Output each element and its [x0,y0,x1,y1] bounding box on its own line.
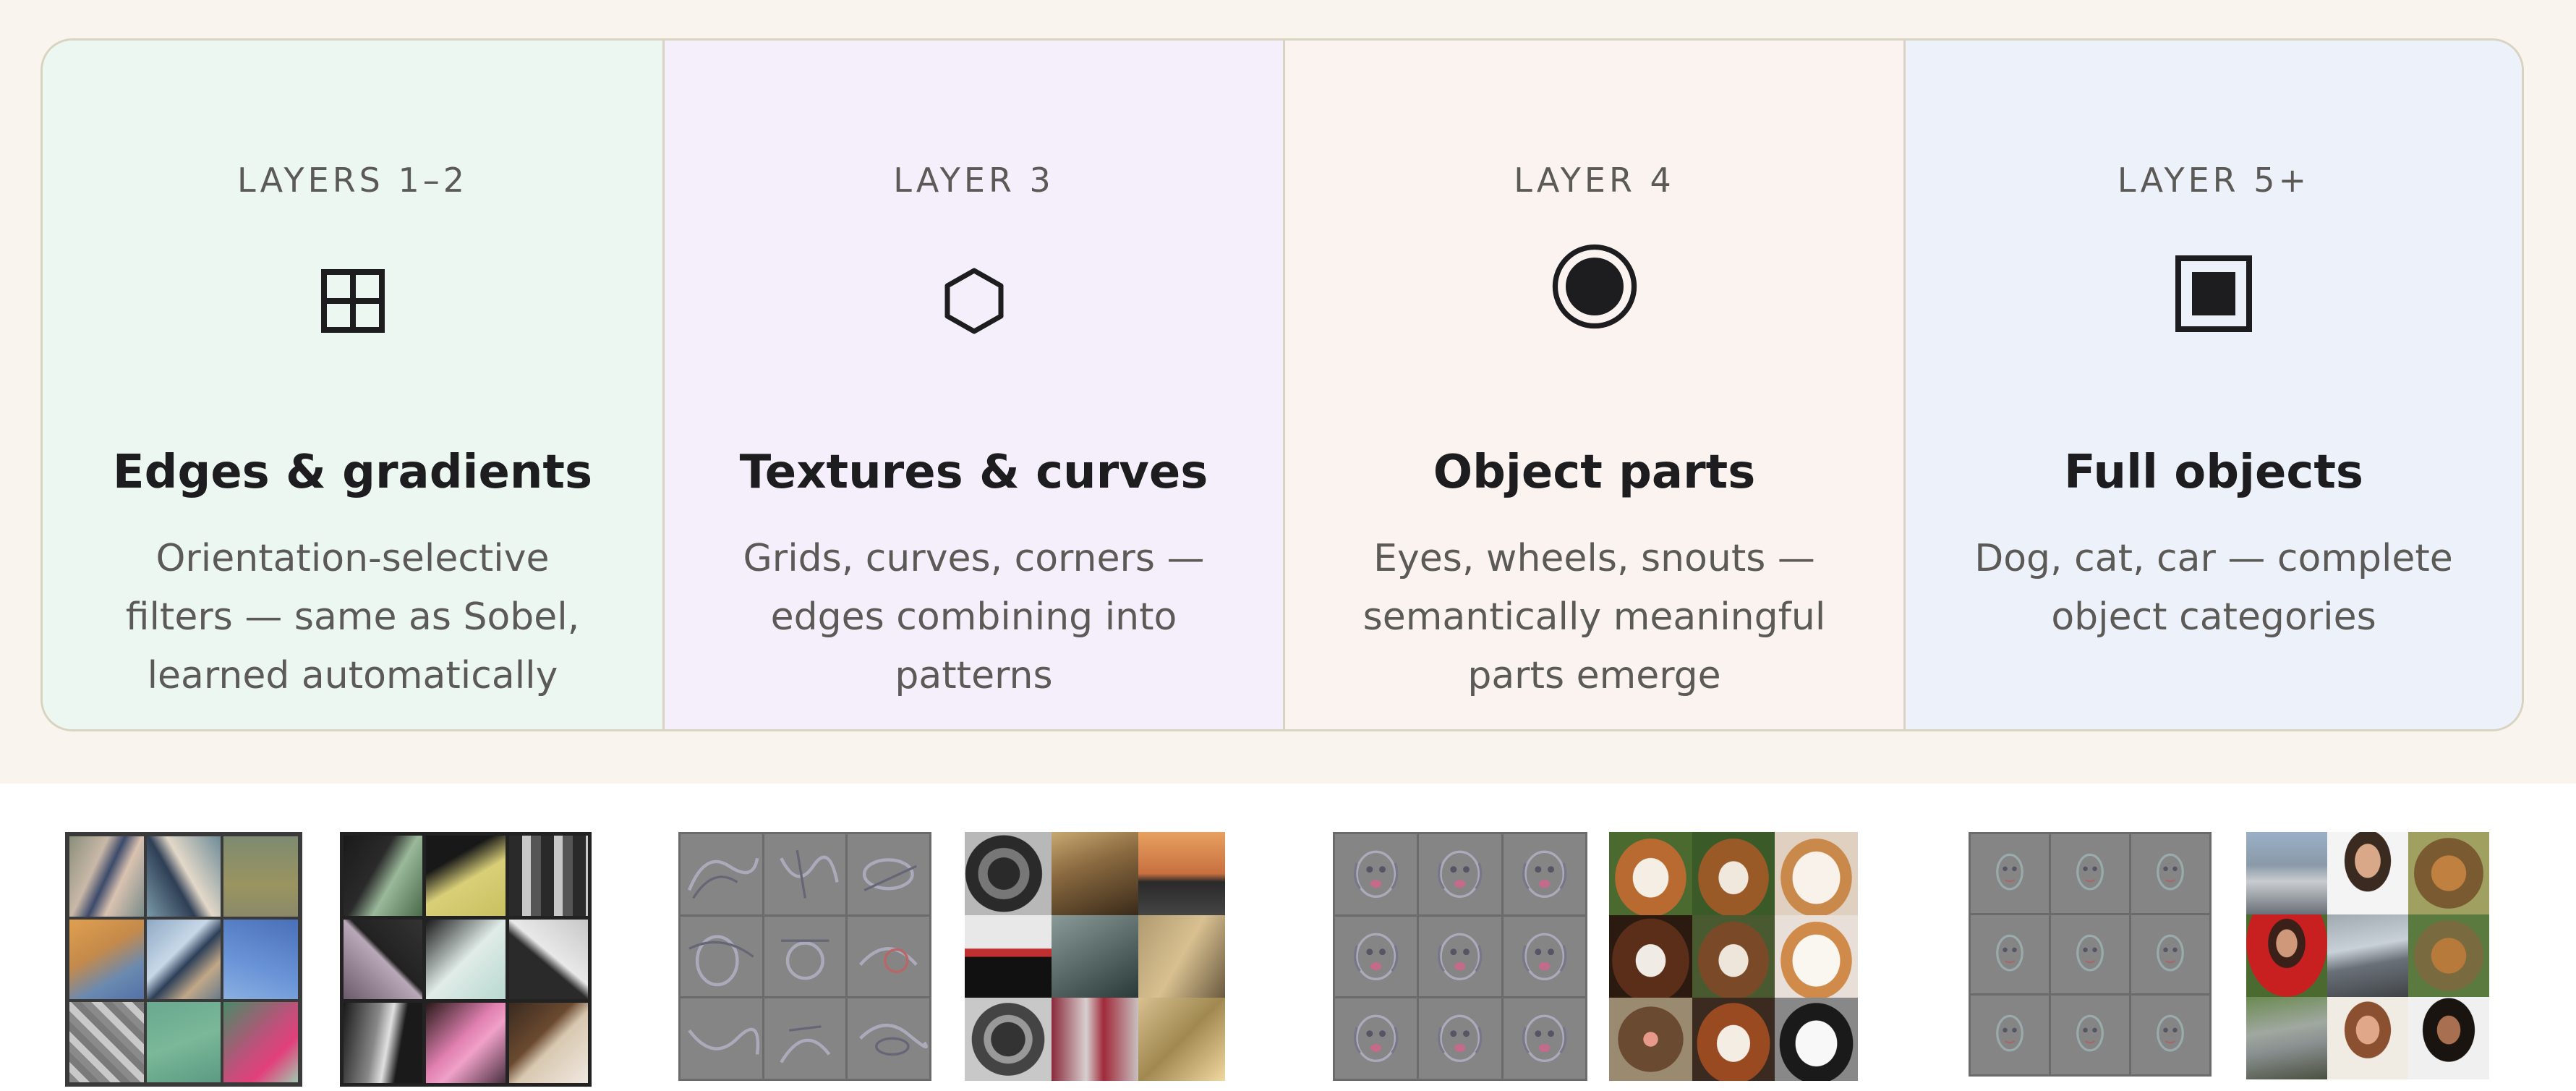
description-line: parts emerge [1467,654,1721,697]
column-label: LAYER 5+ [2117,161,2311,200]
feature-cell [2131,996,2209,1074]
description-line: edges combining into [770,595,1177,639]
column-description: Dog, cat, car — complete object categori… [1949,530,2478,647]
description-line: Eyes, wheels, snouts — [1373,537,1815,580]
description-line: learned automatically [147,654,558,697]
feature-cell [1419,834,1501,914]
feature-cell [2051,914,2129,994]
column-title: Textures & curves [739,446,1208,499]
feature-cell [1335,998,1417,1079]
feature-cell [1971,996,2049,1074]
column-layer-3: LAYER 3 Textures & curves Grids, curves,… [662,41,1283,729]
feature-cell [2051,834,2129,913]
feature-cell [1971,834,2049,913]
layer5-filter-visualization [1969,832,2212,1077]
layer-panel: LAYERS 1–2 Edges & gradients Orientation… [40,38,2524,731]
feature-cell [1419,916,1501,997]
description-line: Orientation-selective [155,537,550,580]
feature-cell [2131,914,2209,994]
feature-cell [1503,834,1585,914]
column-description: Orientation-selective filters — same as … [86,530,619,705]
hexagon-icon [931,258,1018,344]
column-title: Object parts [1433,446,1756,499]
column-title: Full objects [2064,446,2363,499]
layer1-filter-visualization [65,832,302,1087]
feature-cell [1503,916,1585,997]
feature-cell [1971,914,2049,994]
description-line: semantically meaningful [1362,595,1826,639]
target-circle-icon [1551,243,1638,330]
description-line: Grids, curves, corners — [743,537,1205,580]
column-description: Grids, curves, corners — edges combining… [708,530,1240,705]
grid-icon [310,258,396,344]
column-layers-1-2: LAYERS 1–2 Edges & gradients Orientation… [43,41,662,729]
column-label: LAYERS 1–2 [236,161,469,200]
column-label: LAYER 3 [893,161,1054,200]
filled-square-icon [2170,250,2257,337]
feature-cell [1419,998,1501,1079]
layer3-image-patches [965,832,1225,1081]
feature-cell [1335,916,1417,997]
column-title: Edges & gradients [112,446,593,499]
layer4-image-patches [1609,832,1858,1081]
description-line: object categories [2051,595,2376,639]
description-line: patterns [895,654,1053,697]
layer5-image-patches [2246,832,2489,1079]
layer1-image-patches [340,832,592,1087]
layer3-filter-visualization [678,832,931,1081]
feature-cell [2051,996,2129,1074]
column-layer-5-plus: LAYER 5+ Full objects Dog, cat, car — co… [1903,41,2522,729]
column-description: Eyes, wheels, snouts — semantically mean… [1328,530,1860,705]
description-line: filters — same as Sobel, [125,595,580,639]
layer4-filter-visualization [1333,832,1587,1081]
feature-cell [2131,834,2209,913]
column-layer-4: LAYER 4 Object parts Eyes, wheels, snout… [1283,41,1903,729]
description-line: Dog, cat, car — complete [1974,537,2453,580]
feature-cell [1335,834,1417,914]
column-label: LAYER 4 [1514,161,1675,200]
feature-cell [1503,998,1585,1079]
